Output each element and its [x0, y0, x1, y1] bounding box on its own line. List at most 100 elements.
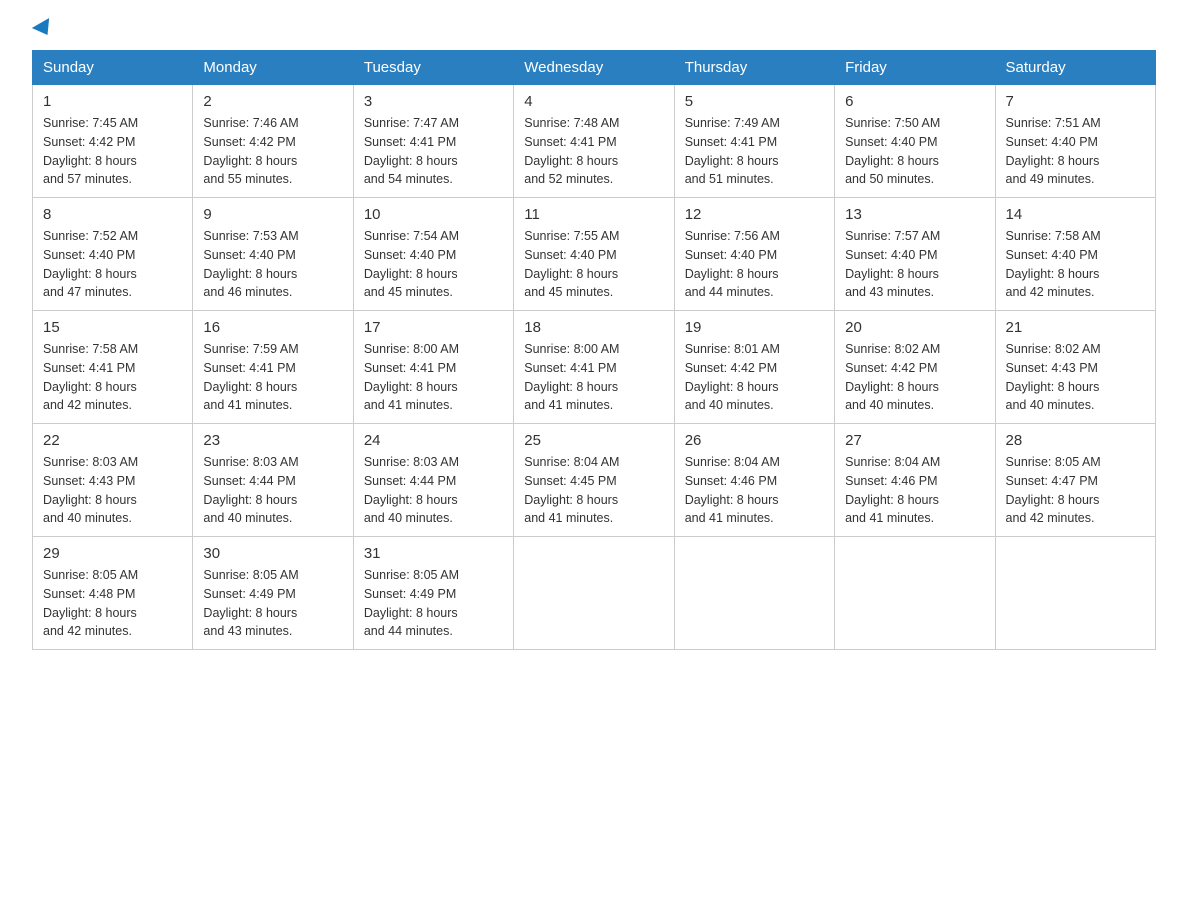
day-number: 10: [364, 206, 503, 223]
calendar-day-cell: [835, 537, 995, 650]
calendar-week-row: 29 Sunrise: 8:05 AMSunset: 4:48 PMDaylig…: [33, 537, 1156, 650]
calendar-day-cell: 14 Sunrise: 7:58 AMSunset: 4:40 PMDaylig…: [995, 198, 1155, 311]
day-info: Sunrise: 7:57 AMSunset: 4:40 PMDaylight:…: [845, 229, 940, 299]
calendar-day-cell: 28 Sunrise: 8:05 AMSunset: 4:47 PMDaylig…: [995, 424, 1155, 537]
day-number: 29: [43, 545, 182, 562]
calendar-day-cell: 17 Sunrise: 8:00 AMSunset: 4:41 PMDaylig…: [353, 311, 513, 424]
calendar-day-cell: 2 Sunrise: 7:46 AMSunset: 4:42 PMDayligh…: [193, 85, 353, 198]
day-number: 25: [524, 432, 663, 449]
day-number: 1: [43, 93, 182, 110]
calendar-day-cell: 27 Sunrise: 8:04 AMSunset: 4:46 PMDaylig…: [835, 424, 995, 537]
day-of-week-header: Friday: [835, 51, 995, 85]
day-number: 13: [845, 206, 984, 223]
day-number: 3: [364, 93, 503, 110]
day-info: Sunrise: 8:04 AMSunset: 4:45 PMDaylight:…: [524, 455, 619, 525]
calendar-week-row: 22 Sunrise: 8:03 AMSunset: 4:43 PMDaylig…: [33, 424, 1156, 537]
day-number: 27: [845, 432, 984, 449]
day-number: 4: [524, 93, 663, 110]
calendar-day-cell: 29 Sunrise: 8:05 AMSunset: 4:48 PMDaylig…: [33, 537, 193, 650]
calendar-day-cell: 11 Sunrise: 7:55 AMSunset: 4:40 PMDaylig…: [514, 198, 674, 311]
day-info: Sunrise: 7:51 AMSunset: 4:40 PMDaylight:…: [1006, 116, 1101, 186]
day-info: Sunrise: 8:01 AMSunset: 4:42 PMDaylight:…: [685, 342, 780, 412]
calendar-day-cell: 30 Sunrise: 8:05 AMSunset: 4:49 PMDaylig…: [193, 537, 353, 650]
day-info: Sunrise: 7:55 AMSunset: 4:40 PMDaylight:…: [524, 229, 619, 299]
calendar-day-cell: 26 Sunrise: 8:04 AMSunset: 4:46 PMDaylig…: [674, 424, 834, 537]
calendar-day-cell: 5 Sunrise: 7:49 AMSunset: 4:41 PMDayligh…: [674, 85, 834, 198]
calendar-header: SundayMondayTuesdayWednesdayThursdayFrid…: [33, 51, 1156, 85]
day-number: 6: [845, 93, 984, 110]
day-number: 23: [203, 432, 342, 449]
calendar-day-cell: 20 Sunrise: 8:02 AMSunset: 4:42 PMDaylig…: [835, 311, 995, 424]
calendar-day-cell: 4 Sunrise: 7:48 AMSunset: 4:41 PMDayligh…: [514, 85, 674, 198]
day-of-week-header: Monday: [193, 51, 353, 85]
day-number: 21: [1006, 319, 1145, 336]
day-info: Sunrise: 7:54 AMSunset: 4:40 PMDaylight:…: [364, 229, 459, 299]
day-info: Sunrise: 7:48 AMSunset: 4:41 PMDaylight:…: [524, 116, 619, 186]
calendar-day-cell: 31 Sunrise: 8:05 AMSunset: 4:49 PMDaylig…: [353, 537, 513, 650]
day-number: 22: [43, 432, 182, 449]
calendar-day-cell: 9 Sunrise: 7:53 AMSunset: 4:40 PMDayligh…: [193, 198, 353, 311]
calendar-day-cell: 15 Sunrise: 7:58 AMSunset: 4:41 PMDaylig…: [33, 311, 193, 424]
calendar-day-cell: 7 Sunrise: 7:51 AMSunset: 4:40 PMDayligh…: [995, 85, 1155, 198]
calendar-day-cell: 3 Sunrise: 7:47 AMSunset: 4:41 PMDayligh…: [353, 85, 513, 198]
calendar-day-cell: [514, 537, 674, 650]
day-number: 19: [685, 319, 824, 336]
day-info: Sunrise: 7:47 AMSunset: 4:41 PMDaylight:…: [364, 116, 459, 186]
day-of-week-header: Wednesday: [514, 51, 674, 85]
calendar-week-row: 15 Sunrise: 7:58 AMSunset: 4:41 PMDaylig…: [33, 311, 1156, 424]
day-number: 30: [203, 545, 342, 562]
calendar-day-cell: 22 Sunrise: 8:03 AMSunset: 4:43 PMDaylig…: [33, 424, 193, 537]
logo: [32, 24, 54, 38]
day-number: 18: [524, 319, 663, 336]
day-number: 31: [364, 545, 503, 562]
calendar-day-cell: 8 Sunrise: 7:52 AMSunset: 4:40 PMDayligh…: [33, 198, 193, 311]
day-number: 8: [43, 206, 182, 223]
calendar-day-cell: 21 Sunrise: 8:02 AMSunset: 4:43 PMDaylig…: [995, 311, 1155, 424]
logo-arrow-icon: [32, 18, 56, 40]
day-info: Sunrise: 7:58 AMSunset: 4:40 PMDaylight:…: [1006, 229, 1101, 299]
day-number: 15: [43, 319, 182, 336]
day-number: 14: [1006, 206, 1145, 223]
day-info: Sunrise: 8:02 AMSunset: 4:43 PMDaylight:…: [1006, 342, 1101, 412]
day-number: 17: [364, 319, 503, 336]
day-info: Sunrise: 8:04 AMSunset: 4:46 PMDaylight:…: [685, 455, 780, 525]
day-number: 5: [685, 93, 824, 110]
calendar-day-cell: 13 Sunrise: 7:57 AMSunset: 4:40 PMDaylig…: [835, 198, 995, 311]
calendar-day-cell: [674, 537, 834, 650]
day-info: Sunrise: 7:53 AMSunset: 4:40 PMDaylight:…: [203, 229, 298, 299]
day-info: Sunrise: 8:00 AMSunset: 4:41 PMDaylight:…: [524, 342, 619, 412]
calendar-day-cell: 23 Sunrise: 8:03 AMSunset: 4:44 PMDaylig…: [193, 424, 353, 537]
day-info: Sunrise: 8:03 AMSunset: 4:43 PMDaylight:…: [43, 455, 138, 525]
calendar-day-cell: 10 Sunrise: 7:54 AMSunset: 4:40 PMDaylig…: [353, 198, 513, 311]
day-of-week-header: Tuesday: [353, 51, 513, 85]
day-info: Sunrise: 8:05 AMSunset: 4:49 PMDaylight:…: [364, 568, 459, 638]
day-number: 28: [1006, 432, 1145, 449]
day-info: Sunrise: 8:03 AMSunset: 4:44 PMDaylight:…: [203, 455, 298, 525]
calendar-day-cell: 1 Sunrise: 7:45 AMSunset: 4:42 PMDayligh…: [33, 85, 193, 198]
calendar-day-cell: 24 Sunrise: 8:03 AMSunset: 4:44 PMDaylig…: [353, 424, 513, 537]
day-number: 11: [524, 206, 663, 223]
day-number: 16: [203, 319, 342, 336]
day-info: Sunrise: 7:59 AMSunset: 4:41 PMDaylight:…: [203, 342, 298, 412]
calendar-day-cell: 19 Sunrise: 8:01 AMSunset: 4:42 PMDaylig…: [674, 311, 834, 424]
day-number: 2: [203, 93, 342, 110]
day-of-week-header: Thursday: [674, 51, 834, 85]
calendar-week-row: 8 Sunrise: 7:52 AMSunset: 4:40 PMDayligh…: [33, 198, 1156, 311]
page-header: [32, 24, 1156, 38]
day-number: 7: [1006, 93, 1145, 110]
day-info: Sunrise: 7:45 AMSunset: 4:42 PMDaylight:…: [43, 116, 138, 186]
day-number: 12: [685, 206, 824, 223]
calendar-day-cell: [995, 537, 1155, 650]
calendar-day-cell: 12 Sunrise: 7:56 AMSunset: 4:40 PMDaylig…: [674, 198, 834, 311]
days-of-week-row: SundayMondayTuesdayWednesdayThursdayFrid…: [33, 51, 1156, 85]
day-of-week-header: Saturday: [995, 51, 1155, 85]
day-number: 24: [364, 432, 503, 449]
day-info: Sunrise: 8:04 AMSunset: 4:46 PMDaylight:…: [845, 455, 940, 525]
day-info: Sunrise: 8:05 AMSunset: 4:49 PMDaylight:…: [203, 568, 298, 638]
calendar-day-cell: 25 Sunrise: 8:04 AMSunset: 4:45 PMDaylig…: [514, 424, 674, 537]
day-info: Sunrise: 7:49 AMSunset: 4:41 PMDaylight:…: [685, 116, 780, 186]
day-info: Sunrise: 7:58 AMSunset: 4:41 PMDaylight:…: [43, 342, 138, 412]
calendar-body: 1 Sunrise: 7:45 AMSunset: 4:42 PMDayligh…: [33, 85, 1156, 650]
calendar-day-cell: 16 Sunrise: 7:59 AMSunset: 4:41 PMDaylig…: [193, 311, 353, 424]
day-info: Sunrise: 8:03 AMSunset: 4:44 PMDaylight:…: [364, 455, 459, 525]
